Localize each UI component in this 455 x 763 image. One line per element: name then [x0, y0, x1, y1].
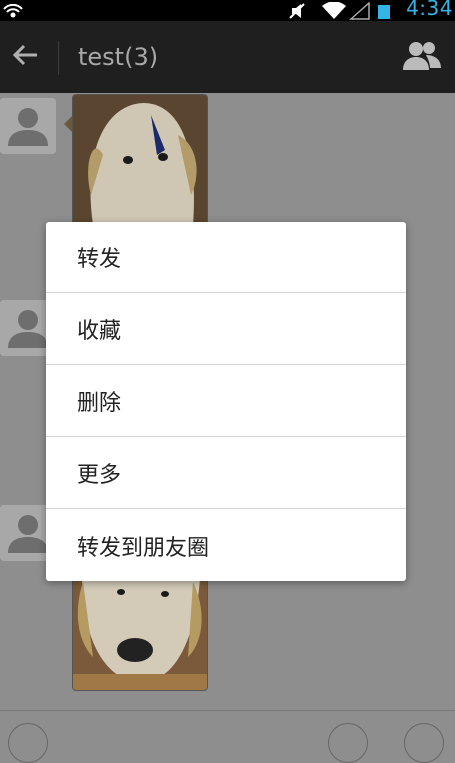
emoji-button[interactable]: [328, 723, 368, 763]
voice-toggle-button[interactable]: [8, 723, 48, 763]
more-button[interactable]: [404, 723, 444, 763]
arrow-left-icon: [11, 43, 39, 71]
menu-item-more[interactable]: 更多: [46, 438, 406, 509]
bubble-arrow: [64, 116, 72, 132]
context-menu: 转发 收藏 删除 更多 转发到朋友圈: [46, 222, 406, 581]
wifi-icon: [320, 0, 348, 21]
status-bar: 4:34: [0, 0, 455, 21]
action-bar: test(3): [0, 21, 455, 93]
menu-item-delete[interactable]: 删除: [46, 366, 406, 437]
image-message[interactable]: [72, 94, 208, 226]
group-icon: [402, 40, 442, 74]
mute-icon: [286, 0, 308, 21]
battery-icon: [376, 0, 392, 21]
page-title: test(3): [78, 43, 159, 71]
wifi-hotspot-icon: [2, 0, 24, 21]
menu-item-favorite[interactable]: 收藏: [46, 294, 406, 365]
menu-item-forward[interactable]: 转发: [46, 222, 406, 293]
chat-members-button[interactable]: [397, 21, 447, 93]
status-time: 4:34: [406, 0, 453, 20]
action-bar-divider: [58, 41, 59, 75]
signal-icon: [348, 0, 372, 21]
input-bar: [0, 710, 455, 763]
menu-item-share-moments[interactable]: 转发到朋友圈: [46, 510, 406, 581]
back-button[interactable]: [0, 21, 50, 93]
avatar[interactable]: [0, 98, 56, 154]
